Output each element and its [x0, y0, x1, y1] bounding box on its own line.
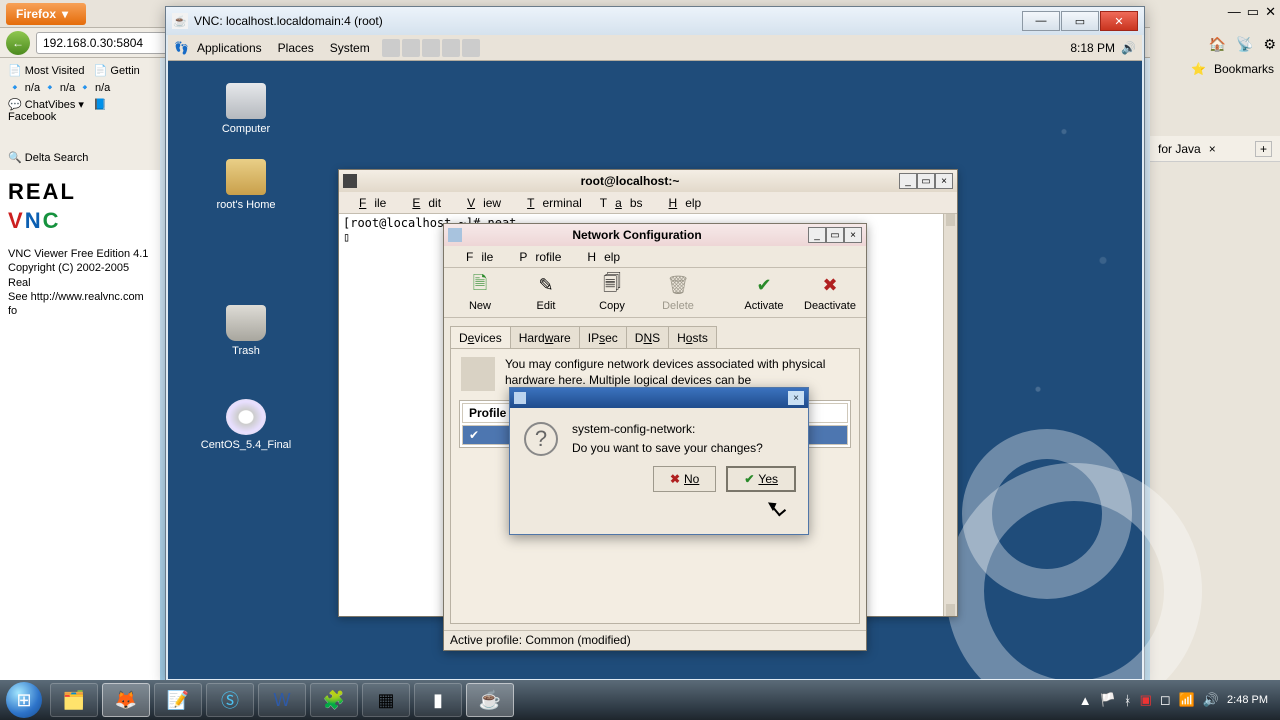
netcfg-close-button[interactable]: × — [844, 227, 862, 243]
panel-launcher-4[interactable] — [442, 39, 460, 57]
task-notepad[interactable]: 📝 — [154, 683, 202, 717]
term-menu-edit[interactable]: Edit — [396, 194, 449, 212]
outer-maximize-button[interactable]: ▭ — [1247, 4, 1259, 20]
outer-close-button[interactable]: ✕ — [1265, 4, 1276, 20]
tab-ipsec[interactable]: IPsec — [579, 326, 627, 350]
toolbar-new[interactable]: 🗎New — [450, 274, 510, 312]
panel-launcher-2[interactable] — [402, 39, 420, 57]
netcfg-status: Active profile: Common (modified) — [444, 630, 866, 650]
terminal-icon — [343, 174, 357, 188]
tray-flag-icon[interactable]: 🏳️ — [1100, 692, 1116, 708]
dialog-line-2: Do you want to save your changes? — [572, 439, 796, 458]
tray-show-hidden[interactable]: ▲ — [1079, 693, 1092, 708]
dialog-icon — [514, 392, 526, 404]
task-cmd[interactable]: ▮ — [414, 683, 462, 717]
tray-unknown-icon[interactable]: ◻ — [1160, 692, 1171, 708]
netcfg-minimize-button[interactable]: _ — [808, 227, 826, 243]
tray-network-icon[interactable]: 📶 — [1179, 692, 1195, 708]
mouse-cursor — [770, 500, 784, 520]
netcfg-menu-profile[interactable]: Profile — [503, 248, 569, 266]
term-menu-file[interactable]: File — [343, 194, 394, 212]
feed-icon[interactable]: 📡 — [1236, 36, 1253, 53]
desktop-icon-dvd[interactable]: CentOS_5.4_Final — [188, 399, 304, 451]
toolbar-deactivate[interactable]: ✖Deactivate — [800, 274, 860, 312]
desktop-icon-home[interactable]: root's Home — [198, 159, 294, 211]
tab-devices[interactable]: Devices — [450, 326, 511, 350]
tray-ati-icon[interactable]: ▣ — [1140, 692, 1152, 708]
desktop-icon-computer[interactable]: Computer — [198, 83, 294, 135]
term-close-button[interactable]: × — [935, 173, 953, 189]
terminal-scrollbar[interactable] — [943, 214, 957, 616]
java-icon: ☕ — [172, 13, 188, 29]
netcfg-title: Network Configuration — [466, 228, 808, 242]
term-minimize-button[interactable]: _ — [899, 173, 917, 189]
no-button[interactable]: ✖No — [653, 466, 716, 492]
menu-applications[interactable]: Applications — [189, 41, 270, 55]
tab-hardware[interactable]: Hardware — [510, 326, 580, 350]
minimize-button[interactable]: — — [1022, 11, 1060, 31]
term-menu-tabs[interactable]: Tabs — [592, 194, 651, 212]
tab-dns[interactable]: DNS — [626, 326, 669, 350]
save-changes-dialog: × ? system-config-network: Do you want t… — [509, 387, 809, 535]
vnc-window-title: VNC: localhost.localdomain:4 (root) — [194, 14, 383, 28]
task-app1[interactable]: 🧩 — [310, 683, 358, 717]
netcfg-menu-file[interactable]: File — [450, 248, 501, 266]
menu-system[interactable]: System — [322, 41, 378, 55]
new-tab-button[interactable]: + — [1255, 141, 1272, 157]
netcfg-tabs: Devices Hardware IPsec DNS Hosts — [450, 326, 860, 350]
gear-icon[interactable]: ⚙ — [1263, 36, 1276, 53]
toolbar-delete: 🗑Delete — [648, 274, 708, 312]
realvnc-info: REALVNC VNC Viewer Free Edition 4.1 Copy… — [0, 170, 160, 680]
firefox-menu-button[interactable]: Firefox — [6, 3, 86, 25]
dialog-line-1: system-config-network: — [572, 420, 796, 439]
vnc-window: ☕ VNC: localhost.localdomain:4 (root) — … — [165, 6, 1145, 682]
firefox-bookmarks-bar: 📄 Most Visited 📄 Gettin 🔹 n/a 🔹 n/a 🔹 n/… — [0, 58, 160, 178]
task-explorer[interactable]: 🗂️ — [50, 683, 98, 717]
bookmarks-link[interactable]: Bookmarks — [1214, 62, 1274, 76]
maximize-button[interactable]: ▭ — [1061, 11, 1099, 31]
outer-minimize-button[interactable]: — — [1228, 4, 1241, 20]
toolbar-copy[interactable]: 🗐Copy — [582, 274, 642, 312]
task-word[interactable]: W — [258, 683, 306, 717]
devices-hint: You may configure network devices associ… — [505, 357, 851, 388]
netcfg-menu-help[interactable]: Help — [571, 248, 628, 266]
windows-taskbar: ⊞ 🗂️ 🦊 📝 Ⓢ W 🧩 ▦ ▮ ☕ ▲ 🏳️ ᚼ ▣ ◻ 📶 🔊 2:48… — [0, 680, 1280, 720]
tray-clock[interactable]: 2:48 PM — [1227, 694, 1268, 706]
toolbar-activate[interactable]: ✔Activate — [734, 274, 794, 312]
term-menu-terminal[interactable]: Terminal — [511, 194, 590, 212]
panel-launcher-3[interactable] — [422, 39, 440, 57]
terminal-title: root@localhost:~ — [361, 174, 899, 188]
nav-back-button[interactable]: ← — [6, 31, 30, 55]
netcfg-icon — [448, 228, 462, 242]
panel-launcher-5[interactable] — [462, 39, 480, 57]
task-app2[interactable]: ▦ — [362, 683, 410, 717]
tab-close-icon[interactable]: × — [1209, 142, 1216, 156]
term-menu-help[interactable]: Help — [653, 194, 710, 212]
task-skype[interactable]: Ⓢ — [206, 683, 254, 717]
tray-volume-icon[interactable]: 🔊 — [1203, 692, 1219, 708]
tray-bluetooth-icon[interactable]: ᚼ — [1124, 693, 1132, 708]
netcfg-maximize-button[interactable]: ▭ — [826, 227, 844, 243]
yes-button[interactable]: ✔Yes — [726, 466, 796, 492]
dialog-close-button[interactable]: × — [788, 391, 804, 405]
home-icon[interactable]: 🏠 — [1209, 36, 1226, 53]
task-firefox[interactable]: 🦊 — [102, 683, 150, 717]
close-button[interactable]: ✕ — [1100, 11, 1138, 31]
menu-places[interactable]: Places — [270, 41, 322, 55]
question-icon: ? — [524, 422, 558, 456]
devices-hint-icon — [461, 357, 495, 391]
gnome-foot-icon: 👣 — [174, 41, 189, 55]
toolbar-edit[interactable]: ✎Edit — [516, 274, 576, 312]
task-java[interactable]: ☕ — [466, 683, 514, 717]
tab-for-java[interactable]: for Java — [1158, 142, 1201, 156]
start-button[interactable]: ⊞ — [6, 682, 42, 718]
address-text: 192.168.0.30:5804 — [43, 36, 143, 50]
panel-launcher-1[interactable] — [382, 39, 400, 57]
term-menu-view[interactable]: View — [451, 194, 509, 212]
term-maximize-button[interactable]: ▭ — [917, 173, 935, 189]
tab-hosts[interactable]: Hosts — [668, 326, 717, 350]
desktop-icon-trash[interactable]: Trash — [198, 305, 294, 357]
